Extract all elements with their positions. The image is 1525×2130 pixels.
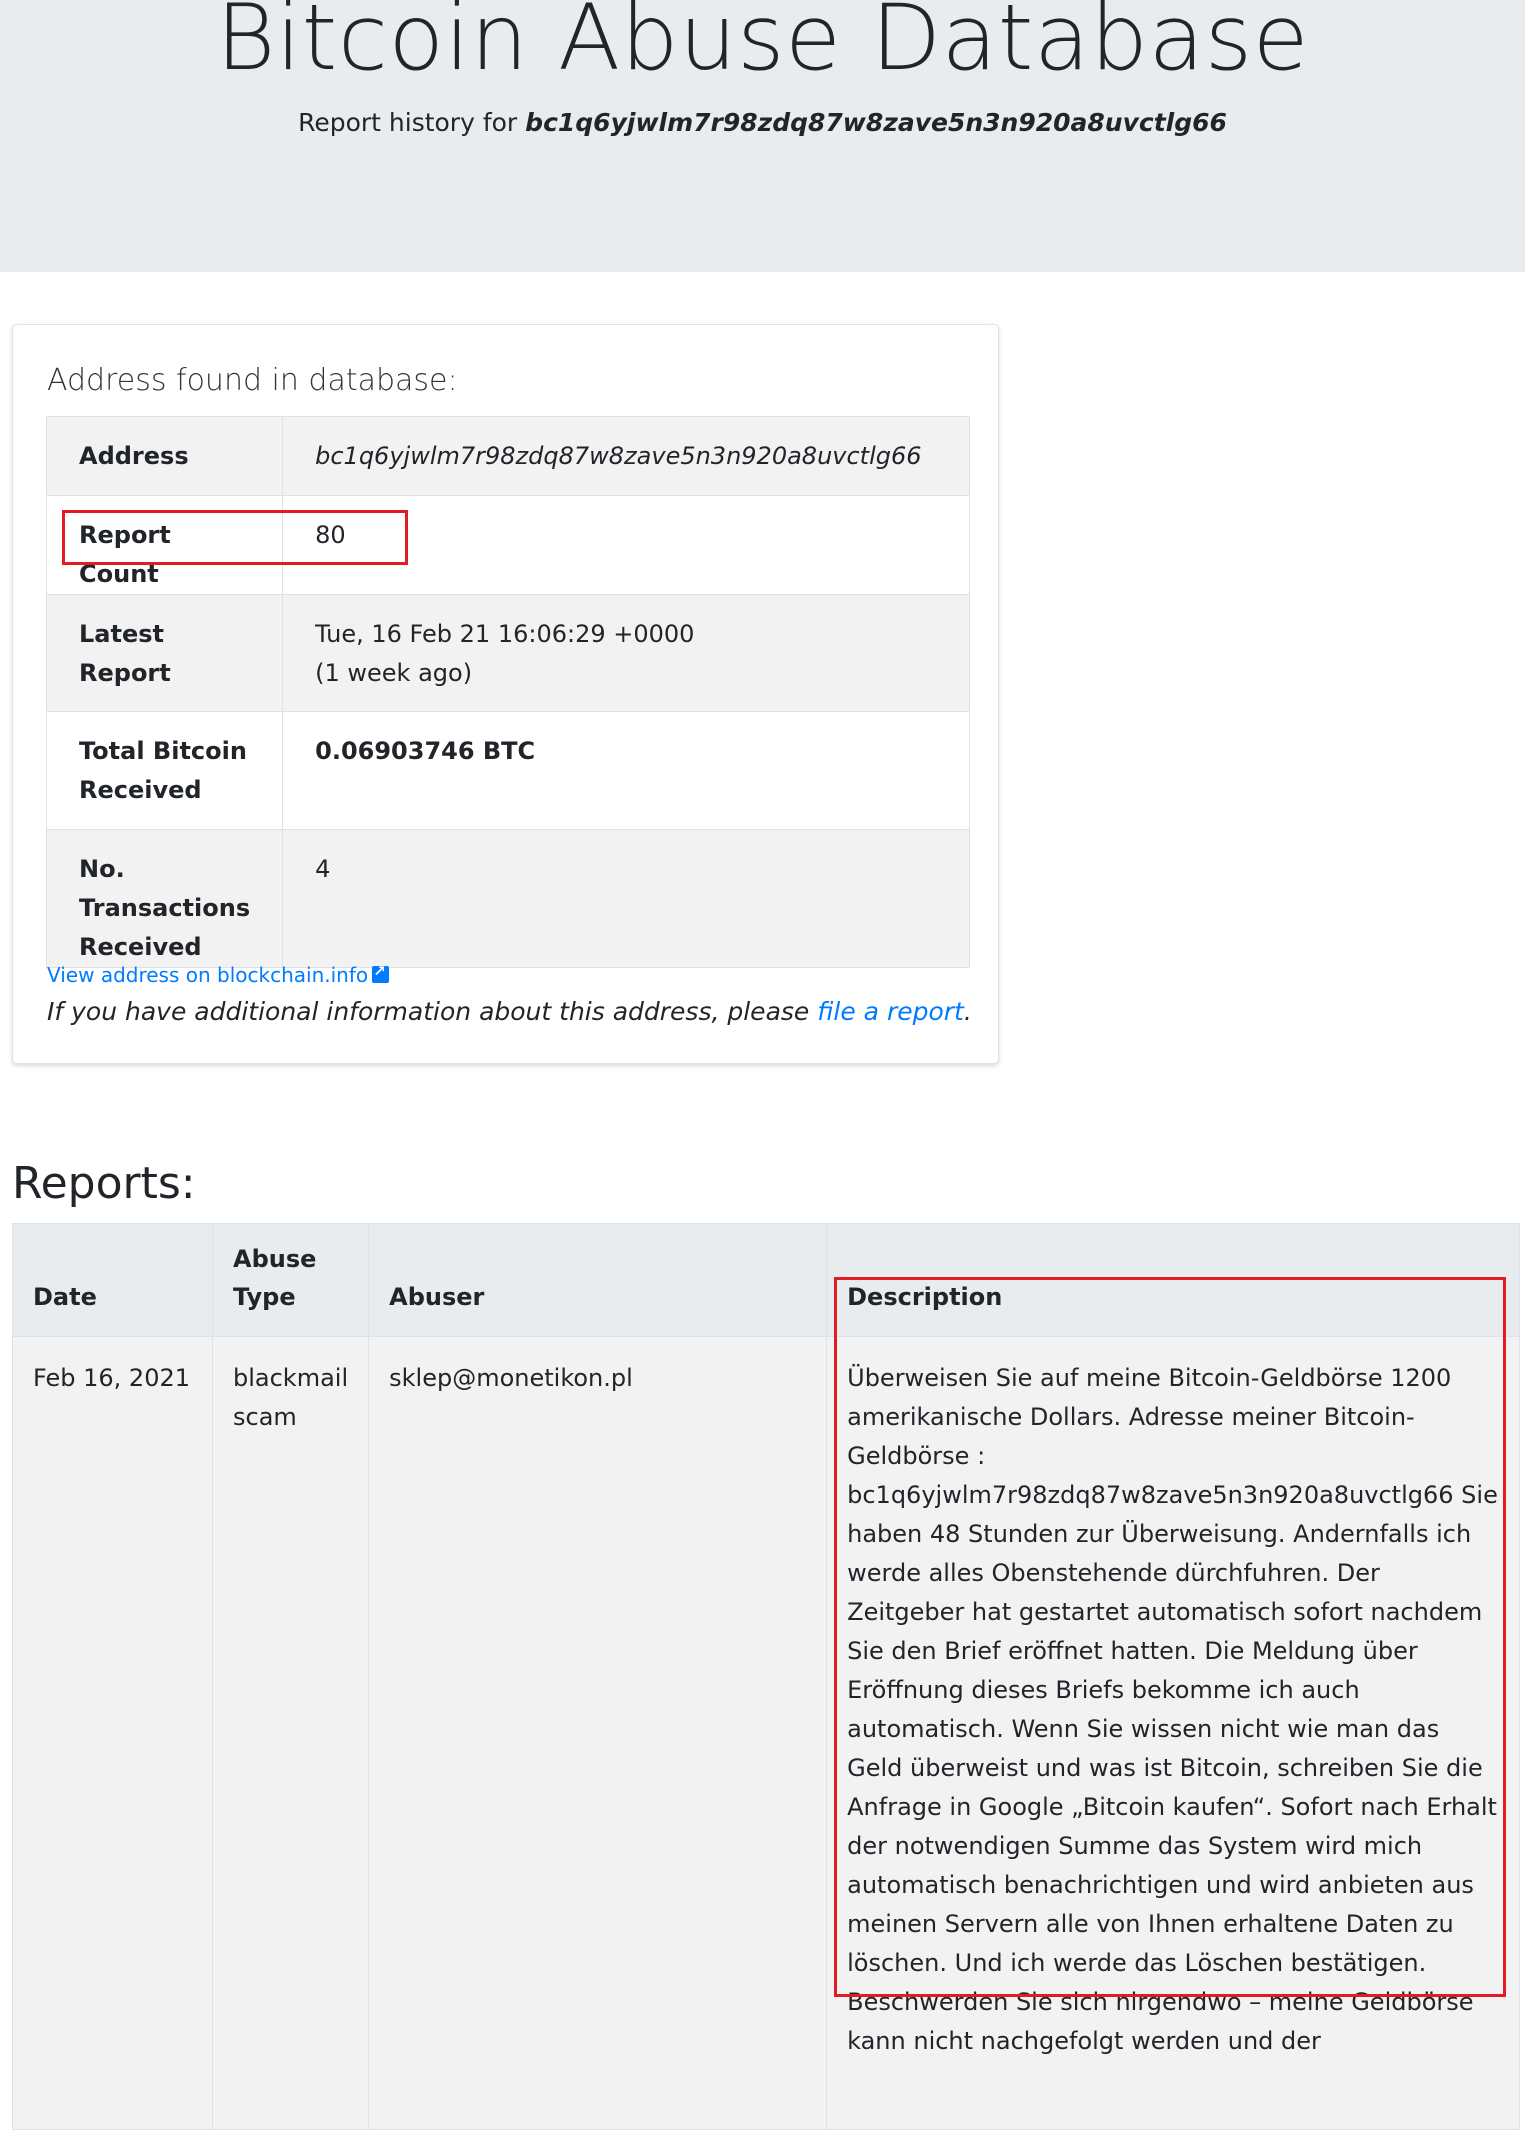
subtitle-address: bc1q6yjwlm7r98zdq87w8zave5n3n920a8uvctlg… (525, 108, 1227, 137)
latest-report-label: Latest Report (45, 594, 284, 712)
total-received-label: Total Bitcoin Received (45, 711, 284, 830)
table-row: Feb 16, 2021 blackmail scam sklep@moneti… (12, 1336, 1520, 2130)
report-description: Überweisen Sie auf meine Bitcoin-Geldbör… (826, 1336, 1520, 2130)
total-received-value: 0.06903746 BTC (282, 711, 970, 830)
transactions-received-label: No. Transactions Received (45, 829, 284, 968)
reports-heading: Reports: (12, 1158, 196, 1209)
latest-report-relative: (1 week ago) (315, 659, 473, 687)
column-date: Date (12, 1223, 213, 1337)
reports-table: Date Abuse Type Abuser Description Feb 1… (12, 1223, 1520, 2130)
address-info-table: Address bc1q6yjwlm7r98zdq87w8zave5n3n920… (45, 416, 970, 968)
blockchain-info-link-label[interactable]: View address on blockchain.info (47, 963, 368, 987)
row-latest-report: Latest Report Tue, 16 Feb 21 16:06:29 +0… (45, 594, 970, 712)
reports-header-row: Date Abuse Type Abuser Description (12, 1223, 1520, 1337)
blockchain-info-link[interactable]: View address on blockchain.info (47, 962, 390, 987)
address-summary-card: Address found in database: Address bc1q6… (12, 324, 999, 1064)
row-address: Address bc1q6yjwlm7r98zdq87w8zave5n3n920… (45, 416, 970, 496)
additional-info-prefix: If you have additional information about… (47, 997, 810, 1026)
latest-report-cell: Tue, 16 Feb 21 16:06:29 +0000 (1 week ag… (282, 594, 970, 712)
additional-info-text: If you have additional information about… (47, 997, 972, 1026)
external-link-icon (372, 962, 390, 983)
column-abuser: Abuser (368, 1223, 828, 1337)
address-label: Address (45, 416, 284, 496)
address-value: bc1q6yjwlm7r98zdq87w8zave5n3n920a8uvctlg… (282, 416, 970, 496)
report-date: Feb 16, 2021 (12, 1336, 213, 2130)
page-header: Bitcoin Abuse Database Report history fo… (0, 0, 1525, 272)
column-abuse-type: Abuse Type (211, 1223, 370, 1337)
subtitle-prefix: Report history for (298, 108, 518, 137)
additional-info-suffix: . (963, 997, 972, 1026)
report-count-highlight (62, 510, 408, 565)
report-abuser: sklep@monetikon.pl (368, 1336, 828, 2130)
latest-report-value: Tue, 16 Feb 21 16:06:29 +0000 (315, 620, 695, 648)
column-description: Description (826, 1223, 1520, 1337)
row-total-received: Total Bitcoin Received 0.06903746 BTC (45, 711, 970, 830)
page-title: Bitcoin Abuse Database (215, 0, 1310, 91)
report-abuse-type: blackmail scam (211, 1336, 370, 2130)
file-report-link[interactable]: file a report (817, 997, 964, 1026)
transactions-received-value: 4 (282, 829, 970, 968)
summary-heading: Address found in database: (47, 363, 458, 398)
page-subtitle: Report history for bc1q6yjwlm7r98zdq87w8… (0, 108, 1525, 137)
row-transactions-received: No. Transactions Received 4 (45, 829, 970, 968)
